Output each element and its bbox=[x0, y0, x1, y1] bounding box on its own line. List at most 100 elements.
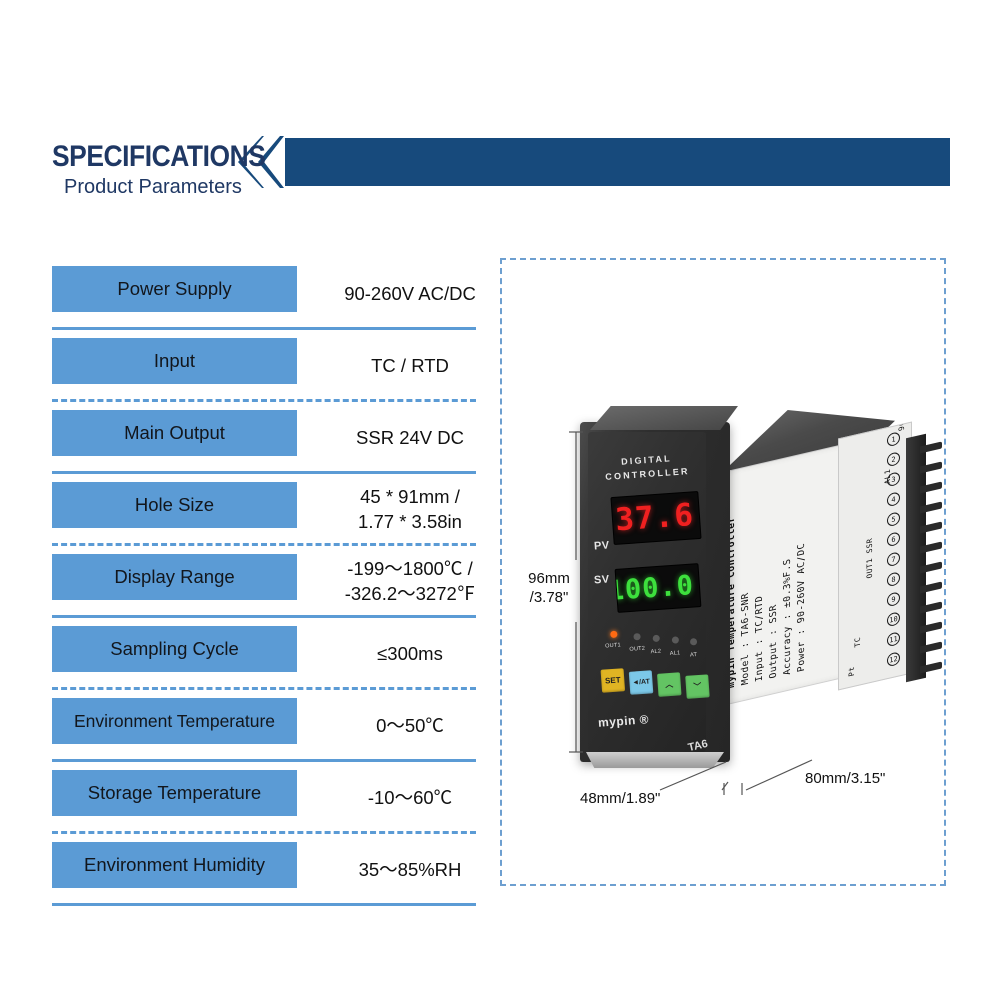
spec-value-line: 1.77 * 3.58in bbox=[358, 511, 462, 532]
terminal-pin: 3 bbox=[887, 471, 900, 488]
spec-value-line: 0～50℃ bbox=[376, 714, 444, 736]
led-label-al1: AL1 bbox=[669, 650, 681, 657]
pv-value: 37.6 bbox=[614, 496, 696, 539]
temperature-controller-device: mypin Temperature Controller Model : TA6… bbox=[570, 400, 942, 800]
terminal-pin: 6 bbox=[887, 531, 900, 548]
spec-value-line: ≤300ms bbox=[377, 642, 443, 664]
spec-value: TC / RTD bbox=[310, 330, 510, 402]
spec-label: Input bbox=[52, 338, 297, 384]
led-label-al2: AL2 bbox=[650, 648, 662, 656]
spec-label: Power Supply bbox=[52, 266, 297, 312]
led-out2-indicator bbox=[633, 632, 641, 641]
device-front-title: DIGITAL CONTROLLER bbox=[587, 450, 707, 485]
spec-label: Storage Temperature bbox=[52, 770, 297, 816]
table-row: Environment Temperature 0～50℃ bbox=[52, 690, 476, 762]
page-title: SPECIFICATIONS bbox=[52, 140, 266, 173]
spec-value: -10～60℃ bbox=[310, 762, 510, 834]
header-banner-bar bbox=[285, 138, 950, 186]
dimension-depth-label: 80mm/3.15" bbox=[805, 770, 886, 787]
side-label-line: Output : SSR bbox=[768, 603, 780, 680]
indicator-led-group: OUT1 OUT2 AL2 AL1 AT bbox=[604, 625, 704, 659]
device-front-bezel: DIGITAL CONTROLLER 37.6 PV 100.0 SV OUT1… bbox=[580, 406, 738, 768]
sv-value: 100.0 bbox=[614, 570, 695, 607]
spec-value-line: 35～85%RH bbox=[358, 858, 462, 880]
spec-value-line: 45 * 91mm / bbox=[360, 486, 460, 508]
down-arrow-button[interactable]: ﹀ bbox=[685, 674, 710, 699]
terminal-pin: 8 bbox=[887, 571, 900, 588]
terminal-pin: 9 bbox=[887, 591, 900, 608]
spec-label: Environment Temperature bbox=[52, 698, 297, 744]
spec-label: Main Output bbox=[52, 410, 297, 456]
terminal-pin: 4 bbox=[887, 491, 900, 508]
dimension-height-line1: 96mm bbox=[528, 570, 570, 587]
device-rear-body: mypin Temperature Controller Model : TA6… bbox=[710, 410, 942, 740]
spec-value-line: TC / RTD bbox=[371, 354, 449, 376]
table-row: Display Range -199～1800℃ / -326.2～3272℉ bbox=[52, 546, 476, 618]
pv-label: PV bbox=[593, 539, 611, 553]
spec-value: 35～85%RH bbox=[310, 834, 510, 906]
spec-value: 45 * 91mm / 1.77 * 3.58in bbox=[310, 474, 510, 546]
table-row: Power Supply 90-260V AC/DC bbox=[52, 258, 476, 330]
device-bezel-top bbox=[590, 406, 738, 430]
spec-value-line: SSR 24V DC bbox=[356, 426, 464, 448]
terminal-pin: 5 bbox=[887, 511, 900, 528]
dimension-width-label: 48mm/1.89" bbox=[580, 790, 661, 807]
spec-value-line: -10～60℃ bbox=[367, 786, 453, 808]
terminal-pin: 11 bbox=[887, 631, 900, 648]
terminal-label-pt: Pt bbox=[847, 665, 856, 678]
spec-label: Environment Humidity bbox=[52, 842, 297, 888]
terminal-label-tc: TC bbox=[853, 635, 862, 649]
pv-display: 37.6 bbox=[610, 490, 702, 546]
up-arrow-button[interactable]: ︿ bbox=[656, 672, 682, 697]
spec-value: ≤300ms bbox=[310, 618, 510, 690]
spec-label: Hole Size bbox=[52, 482, 297, 528]
dimension-height-label: 96mm /3.78" bbox=[514, 570, 584, 608]
led-label-out2: OUT2 bbox=[629, 645, 646, 653]
specifications-table: Power Supply 90-260V AC/DC Input TC / RT… bbox=[52, 258, 476, 906]
set-button[interactable]: SET bbox=[600, 668, 626, 693]
shift-at-button[interactable]: ◄/AT bbox=[628, 670, 654, 695]
table-row: Main Output SSR 24V DC bbox=[52, 402, 476, 474]
spec-value: -199～1800℃ / -326.2～3272℉ bbox=[310, 546, 510, 618]
led-at-indicator bbox=[689, 638, 698, 646]
led-label-at: AT bbox=[689, 652, 698, 659]
led-out1-indicator bbox=[610, 630, 618, 639]
sv-label: SV bbox=[593, 573, 611, 587]
device-front-face: DIGITAL CONTROLLER 37.6 PV 100.0 SV OUT1… bbox=[587, 432, 710, 752]
table-row: Environment Humidity 35～85%RH bbox=[52, 834, 476, 906]
spec-value-line: 90-260V AC/DC bbox=[344, 282, 476, 304]
spec-value: 0～50℃ bbox=[310, 690, 510, 762]
led-al1-indicator bbox=[671, 636, 680, 644]
side-label-line: Power : 90-260V AC/DC bbox=[796, 541, 808, 673]
table-row: Storage Temperature -10～60℃ bbox=[52, 762, 476, 834]
device-terminal-diagram: 90-260V AL1 OUT1 SSR TC Pt 1 2 3 4 5 6 7… bbox=[838, 421, 912, 691]
terminal-pin: 12 bbox=[887, 651, 900, 668]
side-label-line: Model : TA6-SNR bbox=[740, 591, 752, 686]
side-label-line: Input : TC/RTD bbox=[754, 594, 766, 683]
spec-value: 90-260V AC/DC bbox=[310, 258, 510, 330]
device-side-label: mypin Temperature Controller Model : TA6… bbox=[718, 442, 848, 708]
terminal-pin: 1 bbox=[887, 431, 900, 448]
page-subtitle: Product Parameters bbox=[64, 176, 242, 198]
spec-value-line: -199～1800℃ / bbox=[347, 558, 473, 580]
table-row: Input TC / RTD bbox=[52, 330, 476, 402]
sv-display: 100.0 bbox=[614, 563, 702, 613]
terminal-pin: 2 bbox=[887, 451, 900, 468]
device-brand-logo: mypin ® bbox=[597, 712, 650, 730]
led-label-out1: OUT1 bbox=[604, 642, 622, 650]
terminal-pin: 10 bbox=[887, 611, 900, 628]
row-separator bbox=[52, 903, 476, 906]
spec-value-line: -326.2～3272℉ bbox=[344, 583, 476, 604]
spec-label: Sampling Cycle bbox=[52, 626, 297, 672]
spec-value: SSR 24V DC bbox=[310, 402, 510, 474]
terminal-pin: 7 bbox=[887, 551, 900, 568]
spec-label: Display Range bbox=[52, 554, 297, 600]
terminal-label-output: OUT1 SSR bbox=[865, 537, 874, 580]
table-row: Sampling Cycle ≤300ms bbox=[52, 618, 476, 690]
device-bezel-lip bbox=[586, 752, 724, 768]
side-label-text: mypin Temperature Controller Model : TA6… bbox=[725, 460, 809, 689]
led-al2-indicator bbox=[652, 634, 660, 643]
side-label-line: Accuracy : ±0.3%F.S bbox=[782, 557, 794, 677]
table-row: Hole Size 45 * 91mm / 1.77 * 3.58in bbox=[52, 474, 476, 546]
dimension-height-line2: /3.78" bbox=[529, 588, 569, 606]
